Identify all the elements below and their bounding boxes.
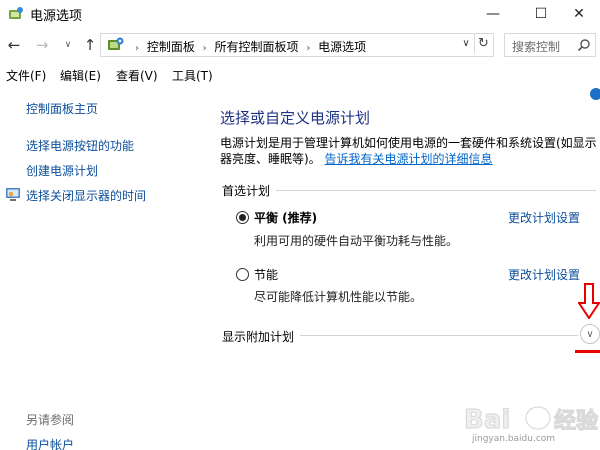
balanced-plan-name[interactable]: 平衡 (推荐): [254, 209, 317, 226]
menu-edit[interactable]: 编辑(E): [60, 67, 101, 84]
svg-text:Bai: Bai: [464, 405, 510, 435]
close-button[interactable]: ✕: [556, 0, 600, 28]
section-divider: [300, 335, 578, 336]
power-saver-plan-description: 尽可能降低计算机性能以节能。: [254, 290, 423, 304]
red-down-arrow-annotation: [578, 283, 600, 319]
address-dropdown-chevron-icon[interactable]: ∨: [458, 33, 474, 53]
search-input[interactable]: 搜索控制: [504, 33, 596, 57]
up-arrow-icon[interactable]: ↑: [80, 35, 100, 55]
display-monitor-icon: [6, 188, 20, 201]
page-title: 选择或自定义电源计划: [220, 109, 371, 127]
sidebar-link-user-accounts[interactable]: 用户帐户: [26, 436, 74, 450]
power-options-icon: [9, 7, 23, 19]
menu-view[interactable]: 查看(V): [116, 67, 158, 84]
balanced-plan-radio[interactable]: [236, 211, 249, 224]
search-icon: [577, 39, 590, 52]
sidebar-link-power-buttons[interactable]: 选择电源按钮的功能: [26, 137, 134, 154]
page-description: 电源计划是用于管理计算机如何使用电源的一套硬件和系统设置(如显示器亮度、睡眠等)…: [220, 135, 598, 167]
breadcrumb-power-options[interactable]: 电源选项: [318, 40, 366, 54]
back-arrow-icon[interactable]: ←: [4, 35, 24, 55]
balanced-change-settings-link[interactable]: 更改计划设置: [508, 209, 580, 226]
breadcrumb-control-panel[interactable]: 控制面板: [147, 40, 195, 54]
svg-text:经验: 经验: [554, 408, 598, 434]
breadcrumb-all-items[interactable]: 所有控制面板项: [215, 40, 299, 54]
sidebar-link-display-off-time[interactable]: 选择关闭显示器的时间: [26, 187, 146, 204]
power-saver-plan-name[interactable]: 节能: [254, 266, 278, 283]
watermark-url: jingyan.baidu.com: [472, 434, 556, 444]
red-underline-annotation: [575, 350, 600, 353]
breadcrumb-separator: ›: [135, 43, 139, 54]
refresh-icon[interactable]: ↻: [474, 33, 492, 53]
section-divider: [276, 190, 596, 191]
sidebar-link-create-plan[interactable]: 创建电源计划: [26, 162, 98, 179]
breadcrumb: › 控制面板 › 所有控制面板项 › 电源选项: [131, 38, 366, 55]
menu-tools[interactable]: 工具(T): [172, 67, 213, 84]
recent-locations-chevron-icon[interactable]: ∨: [58, 35, 78, 55]
forward-arrow-icon[interactable]: →: [32, 35, 52, 55]
show-additional-plans-label[interactable]: 显示附加计划: [222, 328, 294, 345]
power-saver-change-settings-link[interactable]: 更改计划设置: [508, 266, 580, 283]
see-also-heading: 另请参阅: [26, 413, 75, 427]
help-icon[interactable]: [590, 88, 600, 100]
address-bar[interactable]: › 控制面板 › 所有控制面板项 › 电源选项: [100, 33, 494, 57]
title-bar: 电源选项 — ☐ ✕: [0, 0, 600, 28]
expand-additional-plans-chevron-icon[interactable]: ∨: [580, 324, 600, 344]
minimize-button[interactable]: —: [470, 0, 516, 28]
balanced-plan-description: 利用可用的硬件自动平衡功耗与性能。: [254, 234, 459, 248]
preferred-plans-heading: 首选计划: [222, 184, 271, 198]
search-placeholder: 搜索控制: [512, 40, 561, 54]
sidebar-link-control-panel-home[interactable]: 控制面板主页: [26, 100, 98, 117]
window-title: 电源选项: [30, 9, 83, 24]
power-saver-plan-radio[interactable]: [236, 268, 249, 281]
breadcrumb-separator: ›: [202, 43, 207, 54]
control-panel-icon: [108, 37, 124, 50]
power-plan-details-link[interactable]: 告诉我有关电源计划的详细信息: [325, 152, 493, 166]
breadcrumb-separator: ›: [306, 43, 311, 54]
menu-bar: 文件(F) 编辑(E) 查看(V) 工具(T): [0, 64, 600, 86]
menu-file[interactable]: 文件(F): [6, 67, 46, 84]
